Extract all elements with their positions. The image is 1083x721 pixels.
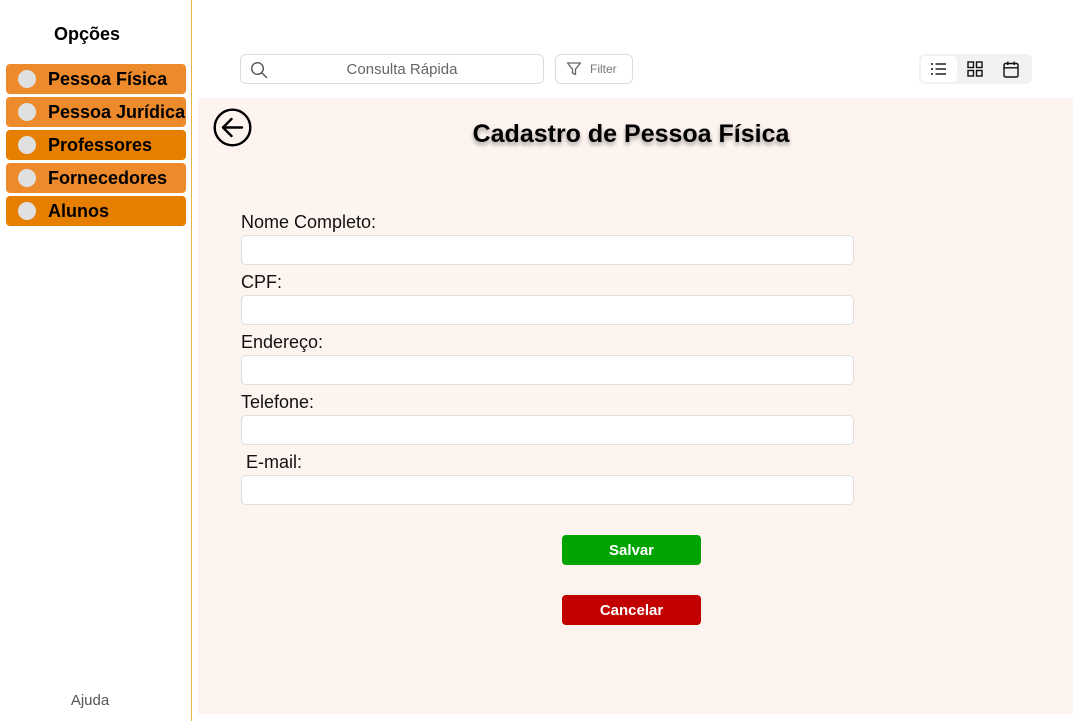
sidebar-item-label: Pessoa Jurídica xyxy=(48,101,186,122)
bullet-icon xyxy=(18,103,36,121)
field-label-cpf: CPF: xyxy=(241,272,283,292)
sidebar: Opções Pessoa Física Pessoa Jurídica Pro… xyxy=(0,0,192,721)
sidebar-item-label: Fornecedores xyxy=(48,167,168,188)
filter-icon xyxy=(566,62,582,76)
list-view-button[interactable] xyxy=(921,56,957,82)
calendar-icon xyxy=(1003,61,1019,78)
field-label-telefone: Telefone: xyxy=(241,392,315,412)
sidebar-item-label: Professores xyxy=(48,134,153,155)
save-button[interactable]: Salvar xyxy=(562,535,701,565)
sidebar-item-fornecedores[interactable]: Fornecedores xyxy=(6,163,186,193)
view-switcher xyxy=(919,54,1032,84)
page-title: Cadastro de Pessoa Física xyxy=(472,120,790,148)
calendar-view-button[interactable] xyxy=(993,56,1029,82)
grid-icon xyxy=(967,61,983,77)
sidebar-item-pessoa-juridica[interactable]: Pessoa Jurídica xyxy=(6,97,186,127)
bullet-icon xyxy=(18,136,36,154)
cancel-button[interactable]: Cancelar xyxy=(562,595,701,625)
sidebar-item-professores[interactable]: Professores xyxy=(6,130,186,160)
nome-completo-field[interactable] xyxy=(241,235,854,265)
help-link[interactable]: Ajuda xyxy=(0,692,180,709)
email-field[interactable] xyxy=(241,475,854,505)
arrow-left-circle-icon[interactable] xyxy=(213,108,252,147)
grid-view-button[interactable] xyxy=(957,56,993,82)
list-icon xyxy=(931,63,946,75)
sidebar-item-pessoa-fisica[interactable]: Pessoa Física xyxy=(6,64,186,94)
sidebar-item-label: Alunos xyxy=(48,200,109,221)
sidebar-item-label: Pessoa Física xyxy=(48,68,168,89)
bullet-icon xyxy=(18,169,36,187)
search-input[interactable] xyxy=(241,55,543,83)
bullet-icon xyxy=(18,202,36,220)
endereco-field[interactable] xyxy=(241,355,854,385)
field-label-endereco: Endereço: xyxy=(241,332,324,352)
filter-label: Filter xyxy=(590,62,617,76)
field-label-nome: Nome Completo: xyxy=(241,212,377,232)
telefone-field[interactable] xyxy=(241,415,854,445)
sidebar-title: Opções xyxy=(53,24,121,44)
cpf-field[interactable] xyxy=(241,295,854,325)
field-label-email: E-mail: xyxy=(241,452,303,472)
search-icon xyxy=(250,61,268,79)
bullet-icon xyxy=(18,70,36,88)
search-box xyxy=(240,54,544,84)
filter-button[interactable]: Filter xyxy=(555,54,633,84)
sidebar-item-alunos[interactable]: Alunos xyxy=(6,196,186,226)
